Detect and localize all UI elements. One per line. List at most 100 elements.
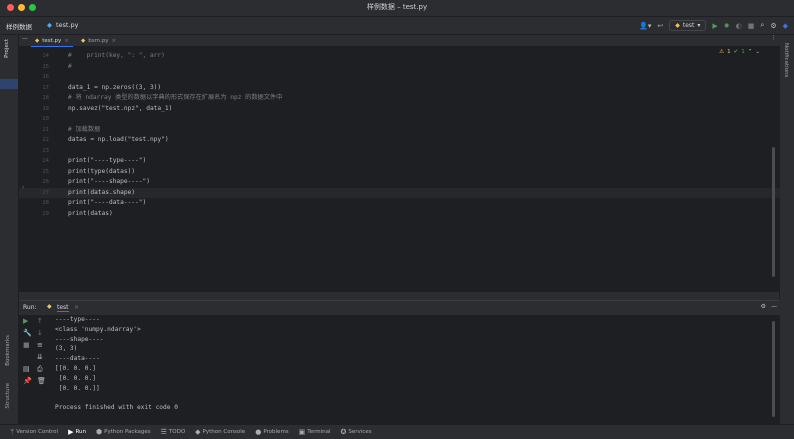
run-icon[interactable]: ▶ <box>712 22 717 30</box>
down-arrow-icon[interactable]: ↓ <box>37 329 43 337</box>
line-number: 14 <box>42 53 49 59</box>
structure-tool-label[interactable]: Structure <box>5 383 11 409</box>
code-line[interactable]: 27 print(datas.shape) <box>19 187 780 198</box>
pin-icon[interactable]: 📌 <box>23 377 32 385</box>
stop-icon[interactable]: ■ <box>748 22 755 30</box>
trash-icon[interactable]: 🗑 <box>37 377 46 385</box>
scroll-end-icon[interactable]: ⇊ <box>37 353 43 361</box>
line-number: 21 <box>42 126 49 133</box>
console-line: ----type---- <box>55 316 100 323</box>
gear-icon[interactable]: ⚙ <box>761 303 766 310</box>
code-text: print(datas) <box>68 209 113 217</box>
hide-panel-icon[interactable]: — <box>771 303 777 310</box>
tool-window-services[interactable]: ✪ Services <box>341 428 372 436</box>
notifications-tool-label[interactable]: Notifications <box>783 43 789 77</box>
print-icon[interactable]: ⎙ <box>37 365 43 374</box>
tool-window-python-packages[interactable]: ⬢ Python Packages <box>96 428 151 436</box>
python-file-icon: ◆ <box>81 37 86 44</box>
code-text: datas = np.load("test.npy") <box>68 136 169 143</box>
code-text: # <box>68 62 72 70</box>
code-line[interactable]: 15 # <box>19 62 780 73</box>
code-line[interactable]: 23 <box>19 146 780 157</box>
code-line[interactable]: 25 print(type(datas)) <box>19 167 780 178</box>
run-tab-test[interactable]: test <box>57 304 69 312</box>
tab-test-py[interactable]: ◆ test.py × <box>31 35 73 47</box>
console-output[interactable]: ----type---- <class 'numpy.ndarray'> ----s… <box>55 315 770 425</box>
stop-icon[interactable]: ■ <box>23 341 30 349</box>
console-line: ----shape---- <box>55 335 104 343</box>
tab-bsm-py[interactable]: ◆ bsm.py × <box>77 35 120 46</box>
gear-icon[interactable]: ⚙ <box>770 22 776 30</box>
code-line[interactable]: 18 # 将 ndarray 类型的数据以字典的形式保存在扩展名为 npz 的数据… <box>19 93 780 104</box>
code-editor[interactable]: 14 # print(key, ": ", arr) 15 #16 17 data_1 =… <box>19 47 780 292</box>
close-icon[interactable]: × <box>64 38 69 44</box>
minimize-panel-icon[interactable]: — <box>22 36 28 42</box>
code-line[interactable]: 21 # 加载数据 <box>19 125 780 136</box>
breadcrumb-project[interactable]: 样例数据 <box>6 21 32 31</box>
line-number: 16 <box>42 74 49 80</box>
plugin-icon[interactable]: ◆ <box>783 22 788 30</box>
more-tabs-icon[interactable]: ⋮ <box>771 35 777 41</box>
tool-window-todo[interactable]: ☰ TODO <box>161 428 186 436</box>
navigation-bar: 样例数据 ◆ test.py 👤▾ ↩ ◆ test ▾ ▶ ✹ ◐ ■ ⌕ ⚙… <box>0 17 794 35</box>
code-line[interactable]: 14 # print(key, ": ", arr) <box>19 51 780 62</box>
editor-scrollbar[interactable] <box>772 147 775 277</box>
tool-window-label: Terminal <box>307 429 331 435</box>
soft-wrap-icon[interactable]: ≡ <box>37 341 43 349</box>
project-tool-label[interactable]: Project <box>4 39 10 58</box>
code-line[interactable]: 19 np.savez("test.npz", data_1) <box>19 104 780 115</box>
chevron-down-icon[interactable]: ⌄ <box>755 49 760 55</box>
code-line[interactable]: 20 <box>19 114 780 125</box>
line-number: 29 <box>42 210 49 217</box>
wrench-icon[interactable]: 🔧 <box>23 329 32 337</box>
console-line: [0. 0. 0.] <box>55 374 96 382</box>
code-text: print("----shape----") <box>68 178 150 185</box>
tab-label: test.py <box>42 37 62 44</box>
fold-marker-icon[interactable]: › <box>22 184 24 191</box>
tool-window-python-console[interactable]: ◆ Python Console <box>195 428 245 436</box>
code-line[interactable]: 17 data_1 = np.zeros((3, 3)) <box>19 83 780 94</box>
code-line[interactable]: 29 print(datas) <box>19 209 780 220</box>
code-text: print(type(datas)) <box>68 167 136 175</box>
console-line: (3, 3) <box>55 345 78 353</box>
warning-icon: ⚠ <box>719 49 725 55</box>
tool-window-terminal[interactable]: ▣ Terminal <box>299 428 331 436</box>
code-line[interactable]: 16 <box>19 72 780 83</box>
code-line[interactable]: 24 print("----type----") <box>19 156 780 167</box>
inspection-widget[interactable]: ⚠ 1 ✔ 1 ⌃ ⌄ <box>719 49 760 55</box>
line-number: 25 <box>42 168 49 175</box>
close-icon[interactable]: × <box>74 304 79 311</box>
run-config-selector[interactable]: ◆ test ▾ <box>669 20 707 31</box>
layout-icon[interactable]: ▤ <box>23 365 30 373</box>
tool-window-version-control[interactable]: ᛘ Version Control <box>10 427 58 436</box>
tool-window-label: TODO <box>168 429 186 435</box>
breadcrumb-file[interactable]: test.py <box>56 21 79 29</box>
code-line[interactable]: 28 print("----data----") <box>19 198 780 209</box>
code-text: data_1 = np.zeros((3, 3)) <box>68 83 162 91</box>
tool-window-problems[interactable]: ● Problems <box>255 428 288 436</box>
coverage-icon[interactable]: ◐ <box>736 22 742 30</box>
line-number: 23 <box>42 147 49 154</box>
up-arrow-icon[interactable]: ↑ <box>37 317 43 325</box>
debug-icon[interactable]: ✹ <box>724 22 730 30</box>
bookmarks-tool-label[interactable]: Bookmarks <box>5 335 11 366</box>
line-number: 19 <box>42 105 49 112</box>
console-scrollbar[interactable] <box>772 321 775 417</box>
code-line[interactable]: 22 datas = np.load("test.npy") <box>19 135 780 146</box>
code-text: print("----data----") <box>68 199 147 206</box>
run-panel-header: Run: ◆ test × ⚙ — <box>19 301 780 315</box>
close-icon[interactable]: × <box>111 38 116 44</box>
search-icon[interactable]: ⌕ <box>760 21 764 30</box>
console-line: [0. 0. 0.]] <box>55 384 100 392</box>
rerun-icon[interactable]: ▶ <box>23 317 28 325</box>
tool-window-run[interactable]: ▶ Run <box>68 427 86 436</box>
back-arrow-icon[interactable]: ↩ <box>657 22 663 30</box>
chevron-up-icon[interactable]: ⌃ <box>748 49 753 55</box>
play-icon: ▶ <box>68 427 74 436</box>
user-icon[interactable]: 👤▾ <box>639 22 651 30</box>
code-line[interactable]: 26 print("----shape----") <box>19 177 780 188</box>
branch-icon: ᛘ <box>10 427 15 436</box>
line-number: 18 <box>42 95 49 101</box>
code-text: # print(key, ": ", arr) <box>68 52 165 59</box>
